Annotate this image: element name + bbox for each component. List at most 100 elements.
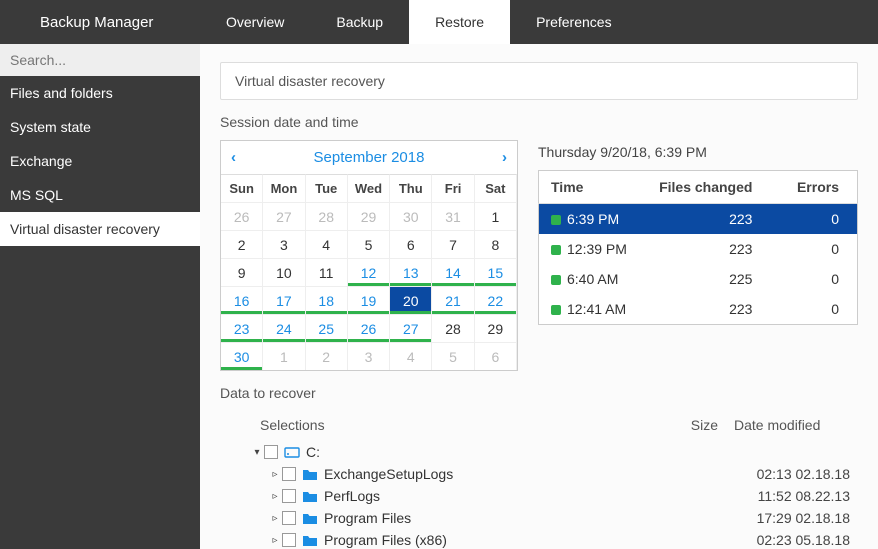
tree-item[interactable]: ▹Program Files17:29 02.18.18 xyxy=(250,507,858,529)
calendar-day[interactable]: 20 xyxy=(390,286,432,314)
expand-icon[interactable]: ▹ xyxy=(268,535,282,546)
calendar-dow: Fri xyxy=(432,174,474,202)
tree-col-modified: Date modified xyxy=(718,417,858,433)
calendar-day[interactable]: 19 xyxy=(348,286,390,314)
calendar-day[interactable]: 18 xyxy=(306,286,348,314)
session-row[interactable]: 6:39 PM2230 xyxy=(539,204,858,235)
sidebar-item-files-and-folders[interactable]: Files and folders xyxy=(0,76,200,110)
calendar-dow: Thu xyxy=(390,174,432,202)
calendar-day[interactable]: 15 xyxy=(475,258,517,286)
calendar-day[interactable]: 8 xyxy=(475,230,517,258)
tree-item[interactable]: ▹PerfLogs11:52 08.22.13 xyxy=(250,485,858,507)
tree-item-label: C: xyxy=(306,444,628,460)
calendar-day: 3 xyxy=(348,342,390,370)
checkbox[interactable] xyxy=(282,511,296,525)
checkbox[interactable] xyxy=(282,489,296,503)
tree-item-label: Program Files (x86) xyxy=(324,532,628,548)
tree-header: Selections Size Date modified xyxy=(260,417,858,433)
calendar-day[interactable]: 27 xyxy=(390,314,432,342)
tree-item-label: ExchangeSetupLogs xyxy=(324,466,628,482)
chevron-right-icon: › xyxy=(502,149,507,166)
checkbox[interactable] xyxy=(282,533,296,547)
calendar-day[interactable]: 3 xyxy=(263,230,305,258)
expand-icon[interactable]: ▹ xyxy=(268,513,282,524)
tree-item-label: Program Files xyxy=(324,510,628,526)
tree-item-modified: 02:23 05.18.18 xyxy=(718,532,858,548)
calendar-dow: Sun xyxy=(221,174,263,202)
content: Virtual disaster recovery Session date a… xyxy=(200,44,878,549)
session-row[interactable]: 12:39 PM2230 xyxy=(539,234,858,264)
calendar: ‹ September 2018 › SunMonTueWedThuFriSat… xyxy=(220,140,518,371)
calendar-day[interactable]: 9 xyxy=(221,258,263,286)
brand: Backup Manager xyxy=(0,0,200,44)
session-section-label: Session date and time xyxy=(220,114,858,130)
tab-overview[interactable]: Overview xyxy=(200,0,310,44)
calendar-day[interactable]: 12 xyxy=(348,258,390,286)
calendar-day[interactable]: 11 xyxy=(306,258,348,286)
session-time: 6:40 AM xyxy=(567,271,618,287)
calendar-day[interactable]: 5 xyxy=(348,230,390,258)
calendar-next[interactable]: › xyxy=(502,149,507,166)
calendar-day[interactable]: 30 xyxy=(221,342,263,370)
folder-icon xyxy=(302,490,318,503)
calendar-dow: Wed xyxy=(348,174,390,202)
calendar-day[interactable]: 26 xyxy=(348,314,390,342)
data-section-label: Data to recover xyxy=(220,385,858,401)
session-errors: 0 xyxy=(782,294,857,325)
tree-root[interactable]: ▾ C: xyxy=(250,441,858,463)
calendar-day[interactable]: 29 xyxy=(475,314,517,342)
folder-icon xyxy=(302,468,318,481)
session-row[interactable]: 12:41 AM2230 xyxy=(539,294,858,325)
session-row[interactable]: 6:40 AM2250 xyxy=(539,264,858,294)
calendar-day: 2 xyxy=(306,342,348,370)
calendar-day[interactable]: 10 xyxy=(263,258,305,286)
status-dot-icon xyxy=(551,215,561,225)
top-bar: Backup Manager OverviewBackupRestorePref… xyxy=(0,0,878,44)
tab-backup[interactable]: Backup xyxy=(310,0,409,44)
calendar-day[interactable]: 24 xyxy=(263,314,305,342)
calendar-day[interactable]: 28 xyxy=(432,314,474,342)
tab-preferences[interactable]: Preferences xyxy=(510,0,637,44)
calendar-day[interactable]: 22 xyxy=(475,286,517,314)
calendar-day: 28 xyxy=(306,202,348,230)
chevron-left-icon: ‹ xyxy=(231,149,236,166)
tree-item[interactable]: ▹ExchangeSetupLogs02:13 02.18.18 xyxy=(250,463,858,485)
checkbox[interactable] xyxy=(264,445,278,459)
search-input[interactable] xyxy=(0,44,201,76)
checkbox[interactable] xyxy=(282,467,296,481)
folder-icon xyxy=(302,512,318,525)
session-errors: 0 xyxy=(782,204,857,235)
calendar-day: 30 xyxy=(390,202,432,230)
sidebar-item-system-state[interactable]: System state xyxy=(0,110,200,144)
calendar-day[interactable]: 16 xyxy=(221,286,263,314)
session-errors: 0 xyxy=(782,264,857,294)
calendar-day[interactable]: 13 xyxy=(390,258,432,286)
expand-icon[interactable]: ▹ xyxy=(268,491,282,502)
drive-icon xyxy=(284,445,300,459)
expand-icon[interactable]: ▹ xyxy=(268,469,282,480)
sidebar-item-exchange[interactable]: Exchange xyxy=(0,144,200,178)
session-col: Files changed xyxy=(642,171,782,204)
calendar-day[interactable]: 25 xyxy=(306,314,348,342)
calendar-day[interactable]: 17 xyxy=(263,286,305,314)
sessions: Thursday 9/20/18, 6:39 PM TimeFiles chan… xyxy=(538,140,858,371)
calendar-day[interactable]: 6 xyxy=(390,230,432,258)
sidebar-item-ms-sql[interactable]: MS SQL xyxy=(0,178,200,212)
collapse-icon[interactable]: ▾ xyxy=(250,447,264,458)
calendar-day: 27 xyxy=(263,202,305,230)
calendar-prev[interactable]: ‹ xyxy=(231,149,236,166)
calendar-day[interactable]: 1 xyxy=(475,202,517,230)
calendar-day[interactable]: 23 xyxy=(221,314,263,342)
tab-restore[interactable]: Restore xyxy=(409,0,510,44)
calendar-day: 26 xyxy=(221,202,263,230)
calendar-day[interactable]: 21 xyxy=(432,286,474,314)
calendar-month-label[interactable]: September 2018 xyxy=(314,149,425,166)
calendar-day[interactable]: 14 xyxy=(432,258,474,286)
session-selected-title: Thursday 9/20/18, 6:39 PM xyxy=(538,144,858,160)
calendar-day[interactable]: 7 xyxy=(432,230,474,258)
sidebar-item-virtual-disaster-recovery[interactable]: Virtual disaster recovery xyxy=(0,212,200,246)
calendar-dow: Tue xyxy=(306,174,348,202)
calendar-day[interactable]: 2 xyxy=(221,230,263,258)
tree-item[interactable]: ▹ Program Files (x86) 02:23 05.18.18 xyxy=(250,529,858,549)
calendar-day[interactable]: 4 xyxy=(306,230,348,258)
